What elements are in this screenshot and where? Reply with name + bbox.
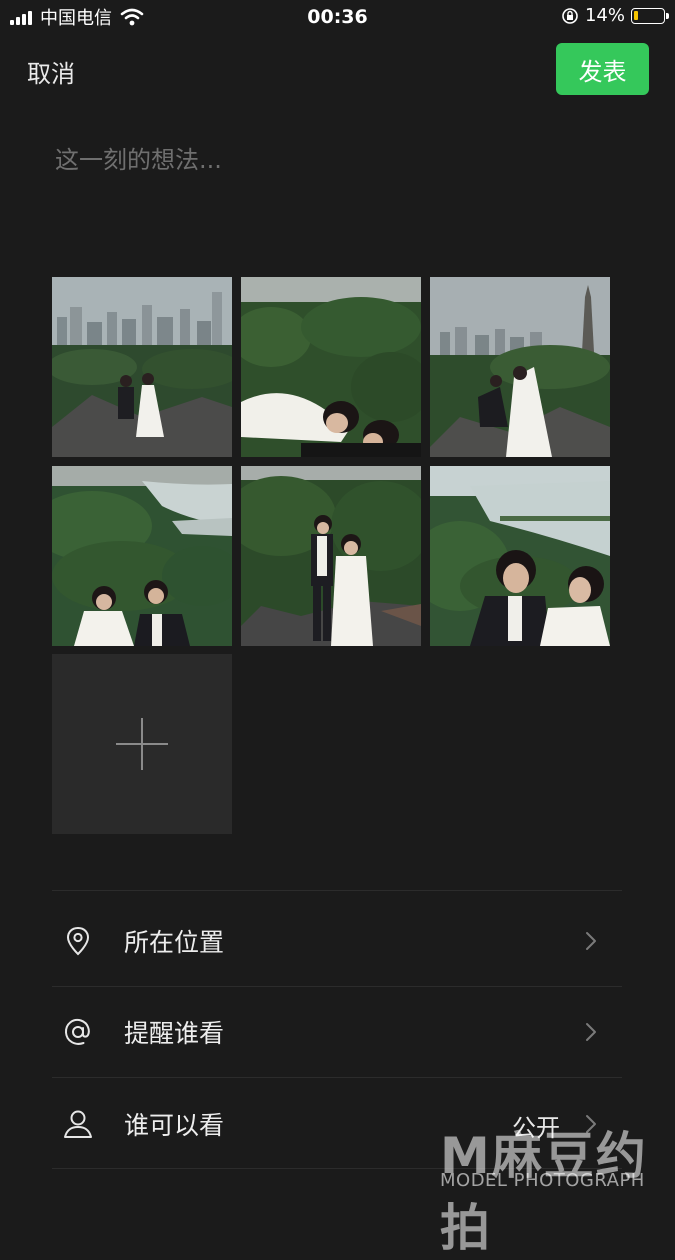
photo-thumbnail[interactable]: [430, 466, 610, 646]
publish-button[interactable]: 发表: [556, 43, 649, 95]
mention-row[interactable]: 提醒谁看: [52, 986, 622, 1076]
battery-group: 14%: [561, 5, 669, 26]
divider: [52, 890, 622, 891]
post-text-input[interactable]: [53, 145, 617, 175]
photo-couple-lying-trees: [241, 277, 421, 457]
photo-thumbnail[interactable]: [430, 277, 610, 457]
location-label: 所在位置: [124, 928, 225, 957]
photo-couple-pagoda-city: [430, 277, 610, 457]
location-row[interactable]: 所在位置: [52, 895, 622, 985]
battery-level: [634, 10, 638, 20]
visibility-row[interactable]: 谁可以看 公开: [52, 1078, 622, 1168]
mention-label: 提醒谁看: [124, 1019, 225, 1048]
photo-thumbnail[interactable]: [52, 466, 232, 646]
chevron-right-icon: [586, 932, 596, 950]
status-bar: 中国电信 00:36 14%: [0, 0, 675, 36]
plus-icon-vertical: [141, 718, 143, 770]
rotation-lock-icon: [562, 7, 578, 24]
add-photo-button[interactable]: [52, 654, 232, 834]
photo-thumbnail[interactable]: [241, 277, 421, 457]
photo-thumbnail[interactable]: [52, 277, 232, 457]
battery-icon: [631, 7, 669, 24]
at-icon: [65, 1018, 90, 1045]
photo-thumbnail[interactable]: [241, 466, 421, 646]
cancel-button[interactable]: 取消: [27, 54, 75, 89]
chevron-right-icon: [586, 1115, 596, 1133]
photo-couple-on-rock-city: [52, 277, 232, 457]
photo-couple-standing-rock: [241, 466, 421, 646]
photo-couple-lake-closeup: [430, 466, 610, 646]
visibility-label: 谁可以看: [124, 1111, 225, 1140]
chevron-right-icon: [586, 1023, 596, 1041]
person-icon: [64, 1110, 92, 1138]
location-pin-icon: [66, 926, 90, 956]
watermark-subtitle: MODEL PHOTOGRAPH: [440, 1170, 645, 1191]
battery-percent: 14%: [584, 5, 625, 26]
visibility-value: 公开: [512, 1114, 560, 1142]
nav-bar: 取消 发表: [0, 36, 675, 104]
photo-couple-lake-view: [52, 466, 232, 646]
divider: [52, 1168, 622, 1169]
